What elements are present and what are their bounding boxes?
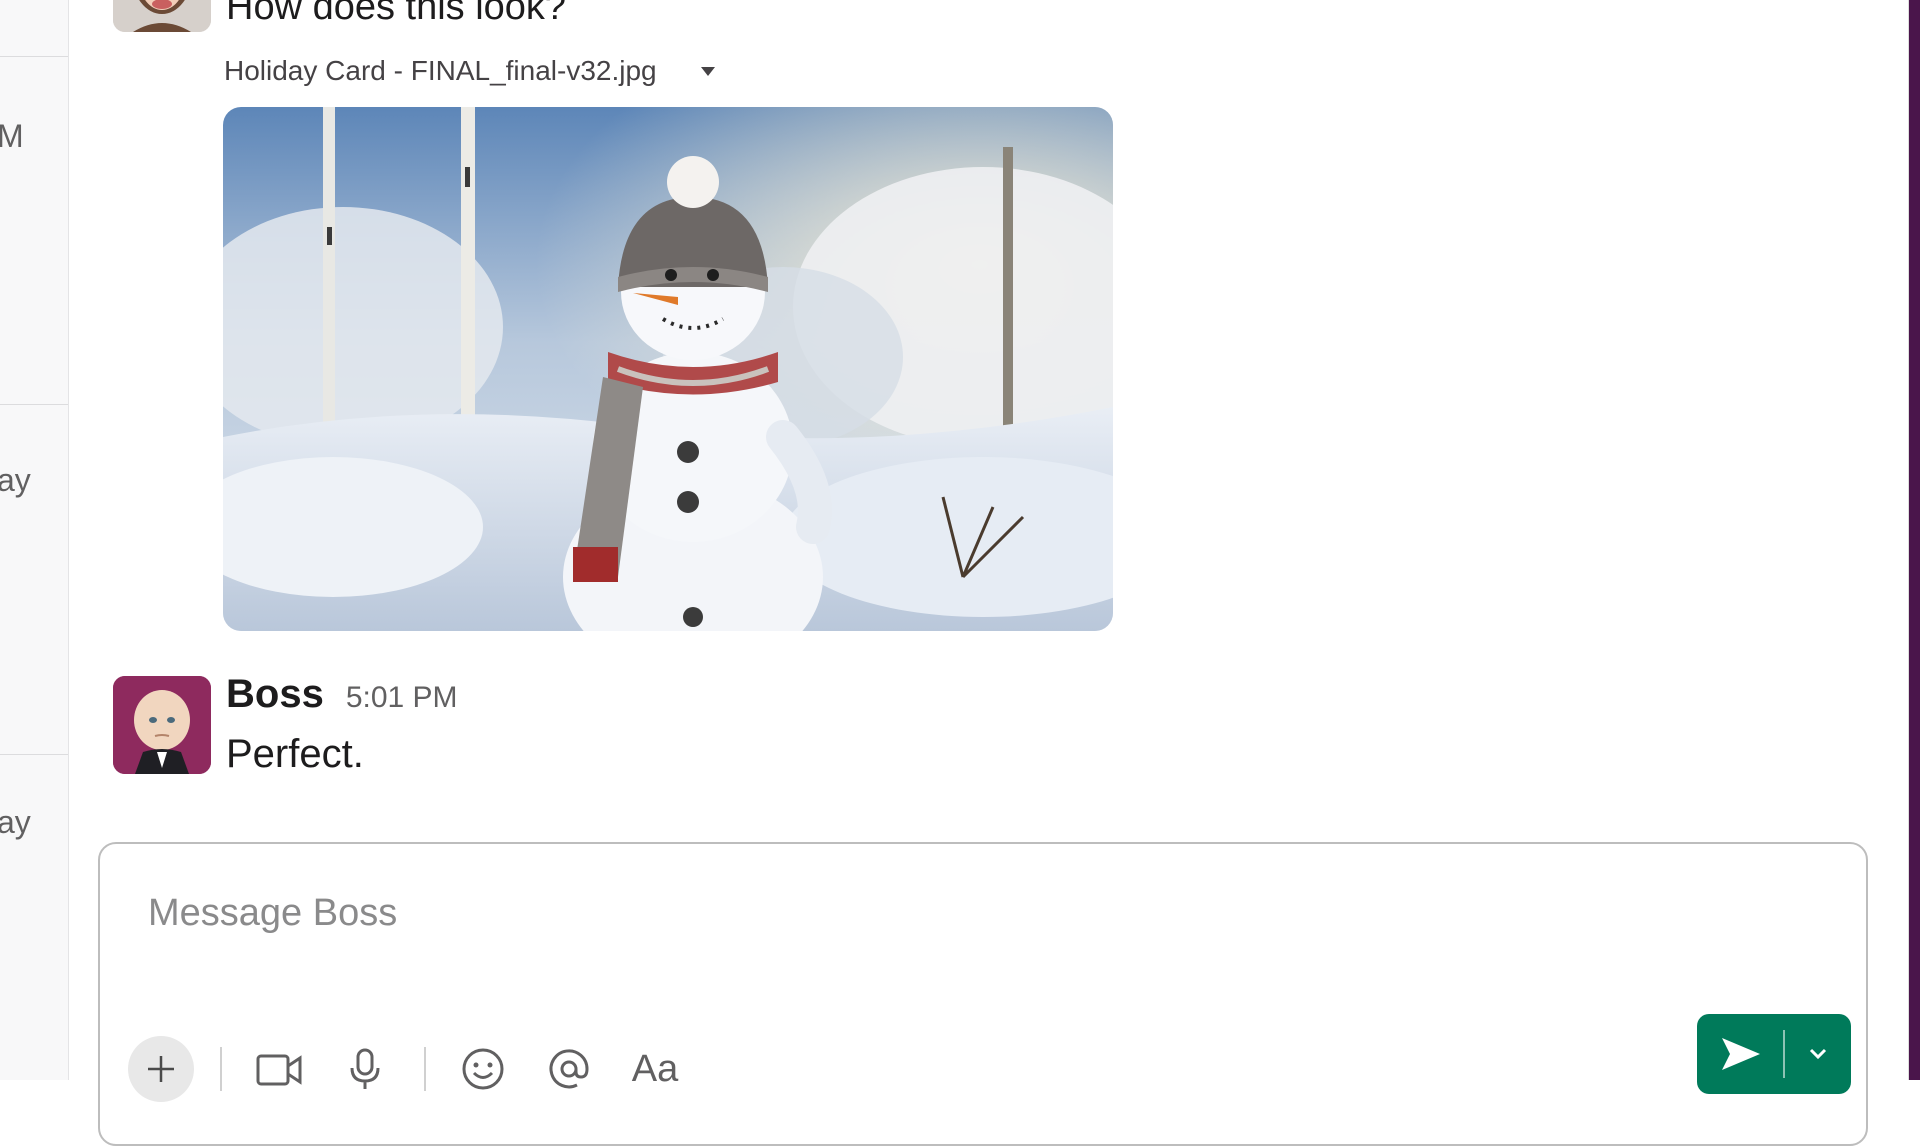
message-text: Perfect. [226,732,364,776]
microphone-icon[interactable] [332,1036,398,1102]
message-composer: Aa [98,842,1868,1146]
avatar[interactable] [113,0,211,32]
sidebar-item-fragment[interactable]: ay [0,804,31,841]
message-text: How does this look? [226,0,567,28]
sidebar-divider [0,404,68,405]
composer-toolbar: Aa [128,1034,708,1104]
plus-icon[interactable] [128,1036,194,1102]
sidebar-item-fragment[interactable]: M [0,118,24,155]
avatar[interactable] [113,676,211,774]
mention-icon[interactable] [536,1036,602,1102]
send-options-chevron-icon[interactable] [1785,1014,1851,1094]
sidebar: M ay ay [0,0,69,1080]
window-edge-strip [1909,0,1920,1080]
message-input[interactable] [146,882,1750,944]
caret-down-icon[interactable] [700,66,715,76]
sidebar-divider [0,754,68,755]
sidebar-divider [0,56,68,57]
sidebar-item-fragment[interactable]: ay [0,462,31,499]
video-icon[interactable] [246,1036,312,1102]
file-attachment-header: Holiday Card - FINAL_final-v32.jpg [224,52,715,90]
message-timestamp[interactable]: 5:01 PM [346,681,458,715]
send-button-group [1697,1014,1851,1094]
emoji-icon[interactable] [450,1036,516,1102]
sender-name[interactable]: Boss [226,672,324,717]
send-button[interactable] [1697,1014,1783,1094]
message-header: Boss 5:01 PM [226,672,458,717]
toolbar-divider [424,1047,426,1091]
formatting-icon[interactable]: Aa [622,1036,688,1102]
file-name[interactable]: Holiday Card - FINAL_final-v32.jpg [224,55,657,87]
toolbar-divider [220,1047,222,1091]
image-attachment[interactable] [223,107,1113,631]
